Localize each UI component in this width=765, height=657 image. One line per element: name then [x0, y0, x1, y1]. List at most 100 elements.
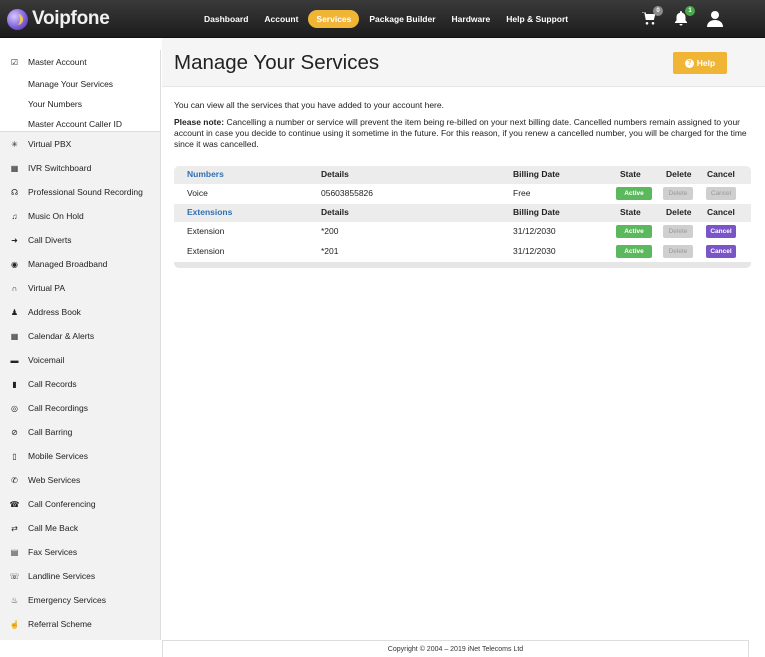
column-header-delete: Delete [666, 169, 692, 179]
sidebar-item-call-barring[interactable]: ⊘ Call Barring [0, 420, 160, 444]
asterisk-icon: ✳ [11, 139, 18, 149]
cancel-button[interactable]: Cancel [706, 245, 736, 258]
sidebar-item-label: Emergency Services [28, 595, 106, 605]
cart-count-badge: 0 [653, 6, 663, 16]
column-header-billing-date: Billing Date [513, 169, 560, 179]
sidebar-item-voicemail[interactable]: ▬ Voicemail [0, 348, 160, 372]
sidebar-item-call-records[interactable]: ▮ Call Records [0, 372, 160, 396]
top-actions: 0 1 [629, 6, 695, 28]
notification-count-badge: 1 [685, 6, 695, 16]
sidebar-item-call-recordings[interactable]: ◎ Call Recordings [0, 396, 160, 420]
sidebar-item-landline-services[interactable]: ☏ Landline Services [0, 564, 160, 588]
sidebar-item-virtual-pa[interactable]: ∩ Virtual PA [0, 276, 160, 300]
cell-details: 05603855826 [321, 188, 374, 198]
sidebar-item-label: Landline Services [28, 571, 96, 581]
sidebar-item-label: IVR Switchboard [28, 163, 92, 173]
sidebar-item-label: Voicemail [28, 355, 65, 365]
note-body: Cancelling a number or service will prev… [174, 117, 747, 149]
sidebar-item-music-on-hold[interactable]: ♫ Music On Hold [0, 204, 160, 228]
delete-button: Delete [663, 245, 693, 258]
sidebar-item-call-me-back[interactable]: ⇄ Call Me Back [0, 516, 160, 540]
cart-button[interactable]: 0 [641, 6, 663, 28]
column-header-cancel: Cancel [707, 207, 735, 217]
section-title[interactable]: Numbers [187, 169, 224, 179]
sidebar-item-label: Call Me Back [28, 523, 79, 533]
ban-icon: ⊘ [11, 427, 18, 437]
brand-logo[interactable]: Voipfone [7, 8, 110, 30]
sidebar-subitem-your-numbers[interactable]: Your Numbers [0, 94, 160, 114]
column-header-state: State [620, 169, 641, 179]
cancel-button[interactable]: Cancel [706, 225, 736, 238]
sidebar-item-label: Professional Sound Recording [28, 187, 143, 197]
question-circle-icon: ? [684, 58, 694, 68]
table-row: Voice 05603855826 Free Active Delete Cancel [174, 184, 751, 204]
intro-text: You can view all the services that you h… [174, 100, 444, 110]
sidebar-item-label: Call Recordings [28, 403, 88, 413]
help-button[interactable]: ? Help [673, 52, 727, 74]
sidebar-subitem-manage-services[interactable]: Manage Your Services [0, 74, 160, 94]
nav-help-support[interactable]: Help & Support [500, 11, 574, 27]
nav-services[interactable]: Services [308, 10, 360, 28]
print-icon: ▤ [10, 547, 19, 557]
sidebar-item-label: Call Diverts [28, 235, 72, 245]
nav-package-builder[interactable]: Package Builder [363, 11, 441, 27]
sidebar-subitem-master-caller-id[interactable]: Master Account Caller ID [0, 114, 160, 134]
note-label: Please note: [174, 117, 225, 127]
sidebar-services-list: ✳ Virtual PBX ▦ IVR Switchboard ☊ Professiona… [0, 132, 160, 636]
main-nav: Dashboard Account Services Package Build… [198, 10, 578, 28]
column-header-billing-date: Billing Date [513, 207, 560, 217]
sidebar-master-account-group: ☑ Master Account Manage Your Services Yo… [0, 50, 160, 132]
sidebar-item-master-account[interactable]: ☑ Master Account [0, 50, 160, 74]
table-row: Extension *201 31/12/2030 Active Delete Cance… [174, 242, 751, 262]
user-menu-button[interactable] [707, 10, 723, 29]
sidebar-item-mobile-services[interactable]: ▯ Mobile Services [0, 444, 160, 468]
sidebar-item-label: Calendar & Alerts [28, 331, 95, 341]
sidebar-item-ivr-switchboard[interactable]: ▦ IVR Switchboard [0, 156, 160, 180]
sidebar-item-label: Virtual PBX [28, 139, 72, 149]
sidebar-item-call-conferencing[interactable]: ☎ Call Conferencing [0, 492, 160, 516]
sidebar-item-calendar-alerts[interactable]: ▦ Calendar & Alerts [0, 324, 160, 348]
music-icon: ♫ [11, 211, 18, 221]
check-square-icon: ☑ [10, 57, 19, 67]
sidebar-item-referral-scheme[interactable]: ☝ Referral Scheme [0, 612, 160, 636]
arrow-right-icon: ➜ [11, 235, 18, 245]
sidebar-item-web-services[interactable]: ✆ Web Services [0, 468, 160, 492]
section-title[interactable]: Extensions [187, 207, 232, 217]
main-content: Manage Your Services ? Help You can view… [162, 38, 765, 638]
conference-icon: ☎ [9, 499, 20, 509]
bar-chart-icon: ▮ [12, 379, 17, 389]
cell-type: Extension [187, 246, 225, 256]
cell-billing-date: 31/12/2030 [513, 246, 556, 256]
notifications-button[interactable]: 1 [673, 6, 695, 28]
nav-dashboard[interactable]: Dashboard [198, 11, 254, 27]
cancel-button: Cancel [706, 187, 736, 200]
sidebar-item-label: Mobile Services [28, 451, 88, 461]
user-icon [707, 11, 723, 27]
headphones-icon: ∩ [11, 283, 18, 293]
sidebar-item-address-book[interactable]: ♟ Address Book [0, 300, 160, 324]
sidebar-item-label: Address Book [28, 307, 81, 317]
sidebar-item-label: Referral Scheme [28, 619, 92, 629]
page-title: Manage Your Services [174, 51, 380, 74]
sidebar-item-call-diverts[interactable]: ➜ Call Diverts [0, 228, 160, 252]
sidebar-item-label: Virtual PA [28, 283, 66, 293]
sidebar: ☑ Master Account Manage Your Services Yo… [0, 50, 161, 640]
sidebar-item-managed-broadband[interactable]: ◉ Managed Broadband [0, 252, 160, 276]
sidebar-item-virtual-pbx[interactable]: ✳ Virtual PBX [0, 132, 160, 156]
retweet-icon: ⇄ [11, 523, 18, 533]
state-active-badge: Active [616, 187, 652, 200]
voipfone-logo-icon [7, 8, 28, 30]
nav-hardware[interactable]: Hardware [446, 11, 497, 27]
sidebar-item-professional-sound-recording[interactable]: ☊ Professional Sound Recording [0, 180, 160, 204]
sidebar-item-emergency-services[interactable]: ♨ Emergency Services [0, 588, 160, 612]
cell-details: *201 [321, 246, 339, 256]
services-table: Numbers Details Billing Date State Delete Can… [174, 166, 751, 268]
help-button-label: Help [696, 58, 716, 68]
nav-account[interactable]: Account [258, 11, 304, 27]
sidebar-item-fax-services[interactable]: ▤ Fax Services [0, 540, 160, 564]
calendar-icon: ▦ [10, 331, 19, 341]
cell-type: Extension [187, 226, 225, 236]
cell-billing-date: 31/12/2030 [513, 226, 556, 236]
record-icon: ◎ [11, 403, 18, 413]
column-header-cancel: Cancel [707, 169, 735, 179]
